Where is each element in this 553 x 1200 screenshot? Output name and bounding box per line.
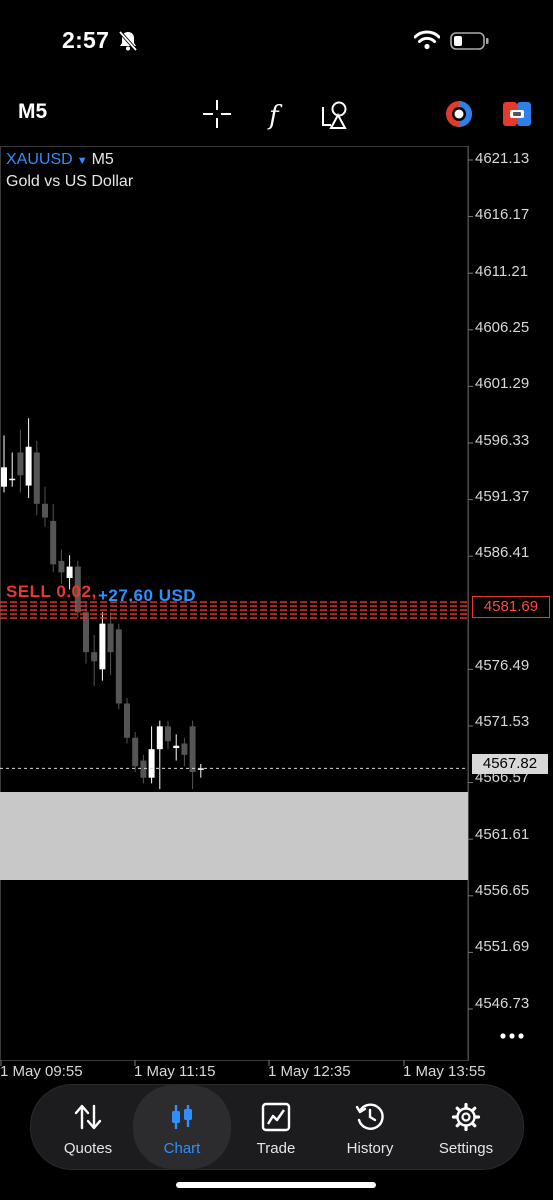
price-chart[interactable] xyxy=(0,146,553,1086)
price-tick-label: 4546.73 xyxy=(475,995,530,1012)
candle-body xyxy=(42,503,48,518)
one-click-trading-icon[interactable] xyxy=(442,97,476,131)
symbol-name[interactable]: XAUUSD xyxy=(6,151,73,168)
plot-frame xyxy=(0,146,469,1061)
wifi-icon xyxy=(414,30,440,50)
timeframe-selector[interactable]: M5 xyxy=(18,100,47,124)
candle-body xyxy=(1,467,7,487)
symbol-description: Gold vs US Dollar xyxy=(6,173,134,190)
price-tick-label: 4616.17 xyxy=(475,206,530,223)
bottom-navigation: Quotes Chart Trade History Settings xyxy=(30,1084,524,1170)
time-tick-label: 1 May 09:55 xyxy=(0,1063,83,1080)
tab-history[interactable]: History xyxy=(321,1085,419,1169)
settings-icon xyxy=(451,1102,481,1132)
tab-quotes[interactable]: Quotes xyxy=(39,1085,137,1169)
price-tick-label: 4551.69 xyxy=(475,938,530,955)
price-tick-label: 4576.49 xyxy=(475,657,530,674)
price-zone-box xyxy=(0,792,468,880)
order-price-tag: 4581.69 xyxy=(472,596,550,618)
chart-canvas[interactable] xyxy=(0,146,553,1086)
battery-icon xyxy=(450,32,489,50)
candle-body xyxy=(124,703,130,738)
candle-body xyxy=(99,623,106,670)
candle-body xyxy=(9,478,16,481)
candle-body xyxy=(165,726,171,742)
price-tick-label: 4586.41 xyxy=(475,544,530,561)
candle-body xyxy=(107,623,114,653)
svg-text:f: f xyxy=(267,101,283,131)
price-tick-label: 4571.53 xyxy=(475,713,530,730)
crosshair-icon[interactable] xyxy=(200,97,234,131)
candle-body xyxy=(132,737,139,767)
status-time: 2:57 xyxy=(62,27,110,53)
tab-label: History xyxy=(346,1140,394,1157)
time-tick-label: 1 May 12:35 xyxy=(268,1063,351,1080)
symbol-dropdown-icon[interactable]: ▼ xyxy=(77,155,88,167)
price-tick-label: 4621.13 xyxy=(475,150,530,167)
chart-icon xyxy=(172,1105,192,1129)
chart-timeframe: M5 xyxy=(91,151,114,168)
candle-body xyxy=(140,760,147,778)
candle-body xyxy=(115,629,122,704)
candle-body xyxy=(50,520,57,565)
tab-label: Chart xyxy=(163,1140,201,1157)
history-icon xyxy=(355,1103,384,1130)
trade-mode-icon[interactable] xyxy=(500,97,534,131)
objects-icon[interactable] xyxy=(318,97,352,131)
tab-label: Settings xyxy=(438,1140,494,1157)
candle-body xyxy=(58,560,65,573)
tab-label: Quotes xyxy=(63,1140,113,1157)
candle-body xyxy=(66,566,73,578)
candle-body xyxy=(173,745,180,749)
home-indicator xyxy=(176,1182,376,1188)
indicators-icon[interactable]: f xyxy=(260,97,294,131)
tab-chart[interactable]: Chart xyxy=(133,1085,231,1169)
candle-body xyxy=(91,652,98,662)
candle-body xyxy=(17,452,24,476)
time-tick-label: 1 May 11:15 xyxy=(134,1063,216,1080)
trade-icon xyxy=(261,1102,291,1132)
order-label[interactable]: SELL 0.02, xyxy=(6,582,97,602)
tab-trade[interactable]: Trade xyxy=(227,1085,325,1169)
tab-label: Trade xyxy=(256,1140,296,1157)
candle-body xyxy=(189,726,196,772)
order-profit: +27.60 USD xyxy=(98,586,197,605)
current-price-tag: 4567.82 xyxy=(472,754,548,774)
bell-slash-icon xyxy=(118,30,138,52)
candle-body xyxy=(181,743,188,755)
more-icon[interactable] xyxy=(498,1026,526,1046)
price-tick-label: 4561.61 xyxy=(475,826,530,843)
price-tick-label: 4601.29 xyxy=(475,375,530,392)
candle-body xyxy=(156,726,163,750)
price-tick-label: 4596.33 xyxy=(475,432,530,449)
price-tick-label: 4556.65 xyxy=(475,882,530,899)
price-tick-label: 4611.21 xyxy=(475,263,529,280)
candle-body xyxy=(25,446,32,486)
candle-body xyxy=(33,452,40,504)
price-tick-label: 4591.37 xyxy=(475,488,530,505)
tab-settings[interactable]: Settings xyxy=(417,1085,515,1169)
quotes-icon xyxy=(74,1104,102,1130)
candle-body xyxy=(148,749,155,778)
symbol-header[interactable]: XAUUSD ▼ M5 xyxy=(6,151,114,169)
price-tick-label: 4606.25 xyxy=(475,319,530,336)
time-tick-label: 1 May 13:55 xyxy=(403,1063,486,1080)
